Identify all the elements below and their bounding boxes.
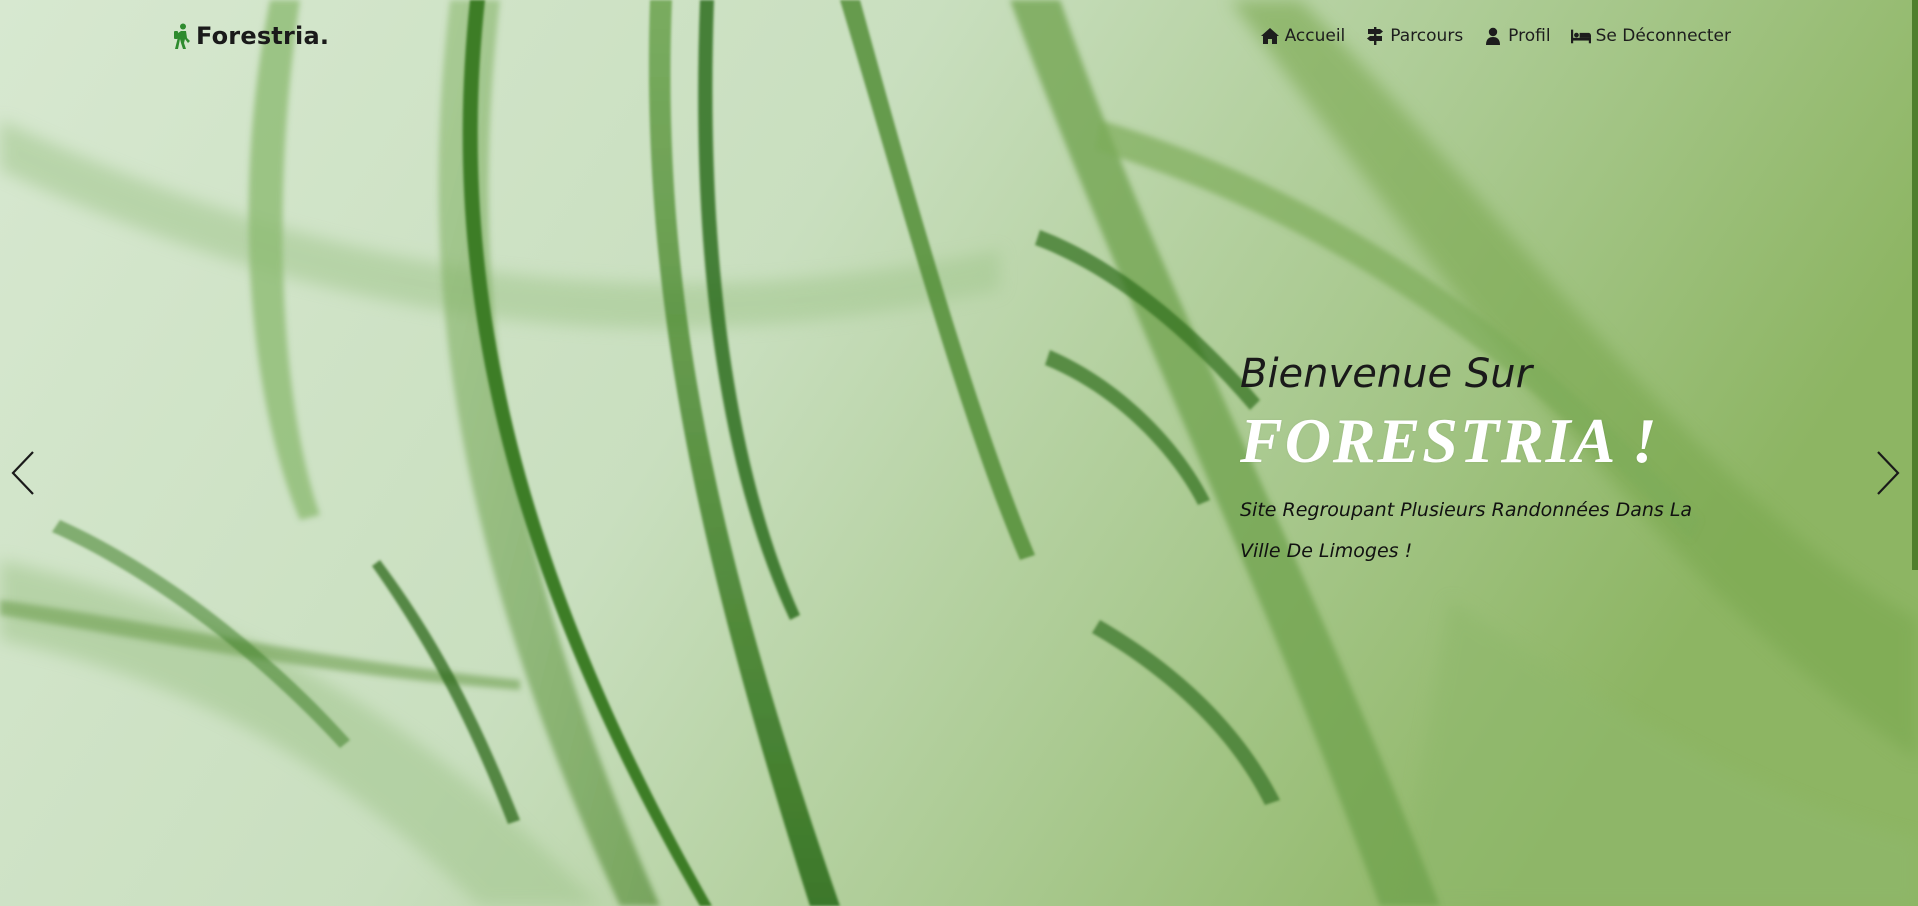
hero-welcome: Bienvenue Sur — [1240, 351, 1533, 397]
bed-icon — [1570, 29, 1591, 44]
brand-name: Forestria. — [196, 22, 330, 50]
user-icon — [1486, 27, 1501, 45]
nav-label-profil: Profil — [1508, 26, 1551, 46]
hiker-icon — [174, 23, 190, 49]
home-icon — [1260, 28, 1279, 44]
hero-carousel: Forestria. Accueil Parcours Profil Se Dé… — [0, 0, 1918, 906]
nav-label-se-deconnecter: Se Déconnecter — [1595, 26, 1731, 46]
nav-label-accueil: Accueil — [1284, 26, 1346, 46]
nav-item-se-deconnecter[interactable]: Se Déconnecter — [1570, 26, 1731, 46]
top-navbar: Forestria. Accueil Parcours Profil Se Dé… — [0, 0, 1918, 76]
hero-caption: Bienvenue Sur FORESTRIA ! Site Regroupan… — [1240, 352, 1740, 572]
accent-strip — [1912, 0, 1918, 570]
chevron-left-icon — [11, 451, 34, 495]
nav-item-accueil[interactable]: Accueil — [1260, 26, 1346, 46]
main-nav: Accueil Parcours Profil Se Déconnecter — [1260, 26, 1731, 46]
nav-item-parcours[interactable]: Parcours — [1365, 26, 1463, 46]
nav-label-parcours: Parcours — [1390, 26, 1464, 46]
signpost-icon — [1367, 27, 1384, 45]
carousel-next-button[interactable] — [1872, 448, 1902, 498]
chevron-right-icon — [1877, 451, 1900, 495]
hero-site-name: FORESTRIA ! — [1240, 405, 1659, 476]
hero-subtitle: Site Regroupant Plusieurs Randonnées Dan… — [1240, 499, 1693, 563]
brand-logo[interactable]: Forestria. — [172, 22, 329, 50]
nav-item-profil[interactable]: Profil — [1483, 26, 1551, 46]
carousel-prev-button[interactable] — [9, 448, 39, 498]
